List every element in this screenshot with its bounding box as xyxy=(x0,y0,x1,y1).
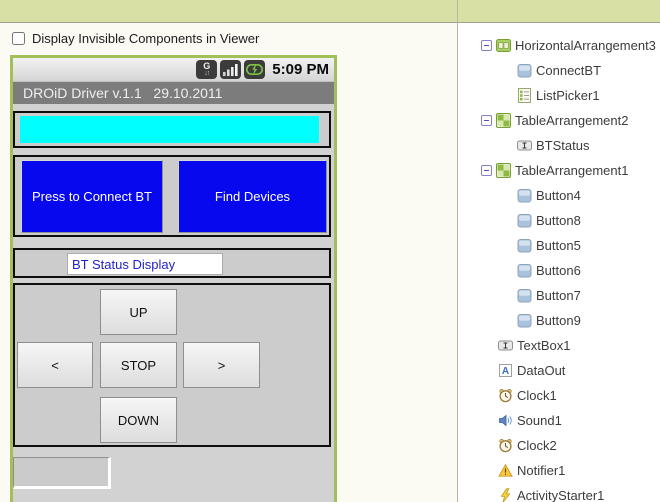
display-invisible-row: Display Invisible Components in Viewer xyxy=(12,31,259,46)
tree-item-clock2[interactable]: Clock2 xyxy=(458,433,660,458)
table-arrangement-icon xyxy=(496,113,511,128)
right-button[interactable]: > xyxy=(183,342,260,388)
button-icon xyxy=(517,263,532,278)
display-invisible-label: Display Invisible Components in Viewer xyxy=(32,31,259,46)
bt-status-textbox[interactable] xyxy=(67,253,223,275)
dpad-arrangement[interactable]: UP < STOP > DOWN xyxy=(13,283,331,447)
button-icon xyxy=(517,313,532,328)
clock-icon xyxy=(498,388,513,403)
button-icon xyxy=(517,238,532,253)
tree-item-button6[interactable]: Button6 xyxy=(458,258,660,283)
cyan-arrangement[interactable] xyxy=(13,111,331,148)
tree-item-notifier1[interactable]: Notifier1 xyxy=(458,458,660,483)
connect-bt-button[interactable]: Press to Connect BT xyxy=(21,160,163,233)
tree-item-button5[interactable]: Button5 xyxy=(458,233,660,258)
phone-viewer[interactable]: G ↓↑ 5:09 PM DROiD Driver v.1.1 29.10 xyxy=(10,55,337,502)
collapse-expander-icon[interactable] xyxy=(481,165,492,176)
viewer-area: Display Invisible Components in Viewer G… xyxy=(0,23,457,502)
activity-starter-icon xyxy=(498,488,513,502)
label-icon: A xyxy=(498,363,513,378)
tree-item-activitystarter1[interactable]: ActivityStarter1 xyxy=(458,483,660,502)
find-devices-button[interactable]: Find Devices xyxy=(178,160,327,233)
tree-item-btstatus[interactable]: BTStatus xyxy=(458,133,660,158)
components-tree: HorizontalArrangement3 ConnectBT ListPic… xyxy=(458,33,660,502)
battery-charging-icon xyxy=(244,60,265,79)
table-arrangement-icon xyxy=(496,163,511,178)
textbox-icon xyxy=(517,138,532,153)
button-icon xyxy=(517,63,532,78)
tree-item-horizontalarrangement3[interactable]: HorizontalArrangement3 xyxy=(458,33,660,58)
tree-item-button4[interactable]: Button4 xyxy=(458,183,660,208)
bt-buttons-arrangement[interactable]: Press to Connect BT Find Devices xyxy=(13,155,331,237)
tree-item-sound1[interactable]: Sound1 xyxy=(458,408,660,433)
tree-item-button7[interactable]: Button7 xyxy=(458,283,660,308)
stop-button[interactable]: STOP xyxy=(100,342,177,388)
components-panel: HorizontalArrangement3 ConnectBT ListPic… xyxy=(458,23,660,502)
bt-status-arrangement[interactable] xyxy=(13,248,331,278)
tree-item-clock1[interactable]: Clock1 xyxy=(458,383,660,408)
left-button[interactable]: < xyxy=(17,342,93,388)
signal-strength-icon xyxy=(220,60,241,79)
tree-item-dataout[interactable]: A DataOut xyxy=(458,358,660,383)
phone-status-bar: G ↓↑ 5:09 PM xyxy=(13,58,334,82)
button-icon xyxy=(517,188,532,203)
phone-screen: Press to Connect BT Find Devices UP < ST… xyxy=(13,104,334,499)
tree-item-tablearrangement1[interactable]: TableArrangement1 xyxy=(458,158,660,183)
clock-icon xyxy=(498,438,513,453)
tree-item-textbox1[interactable]: TextBox1 xyxy=(458,333,660,358)
app-title-bar: DROiD Driver v.1.1 29.10.2011 xyxy=(13,82,334,104)
button-icon xyxy=(517,288,532,303)
cyan-canvas[interactable] xyxy=(20,116,319,143)
tree-item-connectbt[interactable]: ConnectBT xyxy=(458,58,660,83)
tree-item-button8[interactable]: Button8 xyxy=(458,208,660,233)
designer-toolbar xyxy=(0,0,660,23)
up-button[interactable]: UP xyxy=(100,289,177,335)
collapse-expander-icon[interactable] xyxy=(481,40,492,51)
tree-item-listpicker1[interactable]: ListPicker1 xyxy=(458,83,660,108)
display-invisible-checkbox[interactable] xyxy=(12,32,25,45)
horizontal-arrangement-icon xyxy=(496,38,511,53)
notifier-icon xyxy=(498,463,513,478)
gprs-data-icon: G ↓↑ xyxy=(196,60,217,79)
textbox-icon xyxy=(498,338,513,353)
listpicker-icon xyxy=(517,88,532,103)
tree-item-button9[interactable]: Button9 xyxy=(458,308,660,333)
data-out-textbox[interactable] xyxy=(13,457,111,489)
collapse-expander-icon[interactable] xyxy=(481,115,492,126)
sound-icon xyxy=(498,413,513,428)
down-button[interactable]: DOWN xyxy=(100,397,177,443)
status-bar-clock: 5:09 PM xyxy=(272,61,329,78)
panel-divider xyxy=(457,0,458,502)
button-icon xyxy=(517,213,532,228)
svg-text:A: A xyxy=(502,366,509,377)
tree-item-tablearrangement2[interactable]: TableArrangement2 xyxy=(458,108,660,133)
